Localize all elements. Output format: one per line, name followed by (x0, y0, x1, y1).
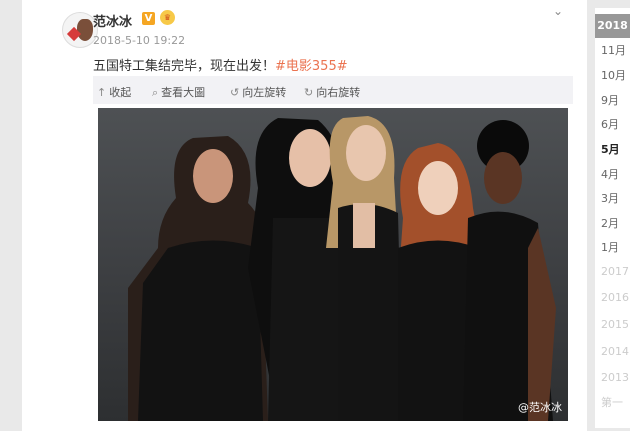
image-toolbar: ↑ 收起 ⌕ 查看大圖 ↺ 向左旋转 ↻ 向右旋转 (93, 76, 573, 104)
timeline-month[interactable]: 11月 (601, 42, 626, 58)
timeline-month[interactable]: 3月 (601, 190, 619, 206)
timeline-month[interactable]: 6月 (601, 116, 619, 132)
post-photo[interactable]: @范冰冰 (98, 108, 568, 421)
timeline-month[interactable]: 10月 (601, 67, 626, 83)
rotate-right-button[interactable]: ↻ 向右旋转 (304, 84, 360, 100)
arrow-up-icon: ↑ (97, 86, 107, 99)
post-timestamp[interactable]: 2018-5-10 19:22 (93, 34, 185, 47)
chevron-down-icon[interactable]: ⌄ (553, 4, 563, 18)
rotate-left-button[interactable]: ↺ 向左旋转 (230, 84, 286, 100)
group-portrait-illustration (128, 116, 556, 421)
hashtag-link[interactable]: #电影355# (275, 59, 348, 74)
avatar-figure (77, 19, 93, 41)
rotate-right-label: 向右旋转 (316, 86, 361, 99)
timeline-year[interactable]: 2016 (601, 291, 629, 304)
timeline-year[interactable]: 2015 (601, 318, 629, 331)
weibo-watermark: @范冰冰 (518, 401, 562, 414)
view-large-button[interactable]: ⌕ 查看大圖 (152, 84, 205, 100)
timeline-year[interactable]: 2017 (601, 265, 629, 278)
post-body-text: 五国特工集结完毕，现在出发！ (93, 59, 276, 74)
timeline-month[interactable]: 4月 (601, 166, 619, 182)
post-text: 五国特工集结完毕，现在出发！#电影355# (93, 55, 348, 74)
search-icon: ⌕ (152, 86, 159, 99)
view-large-label: 查看大圖 (161, 86, 206, 99)
timeline-year-current[interactable]: 2018 (595, 14, 630, 38)
timeline-first[interactable]: 第一 (601, 394, 623, 410)
timeline-year[interactable]: 2014 (601, 345, 629, 358)
collapse-button[interactable]: ↑ 收起 (97, 84, 131, 100)
vip-crown-icon: ♛ (160, 10, 175, 25)
timeline-month-active[interactable]: 5月 (601, 141, 620, 157)
collapse-label: 收起 (109, 86, 132, 99)
rotate-left-label: 向左旋转 (242, 86, 287, 99)
username[interactable]: 范冰冰 (93, 11, 132, 30)
verified-badge-icon: V (142, 12, 155, 25)
timeline-month[interactable]: 1月 (601, 239, 619, 255)
rotate-left-icon: ↺ (230, 86, 240, 99)
rotate-right-icon: ↻ (304, 86, 314, 99)
timeline-sidebar: 2018 11月 10月 9月 6月 5月 4月 3月 2月 1月 2017 2… (595, 8, 630, 428)
timeline-year[interactable]: 2013 (601, 371, 629, 384)
timeline-month[interactable]: 2月 (601, 215, 619, 231)
timeline-month[interactable]: 9月 (601, 92, 619, 108)
